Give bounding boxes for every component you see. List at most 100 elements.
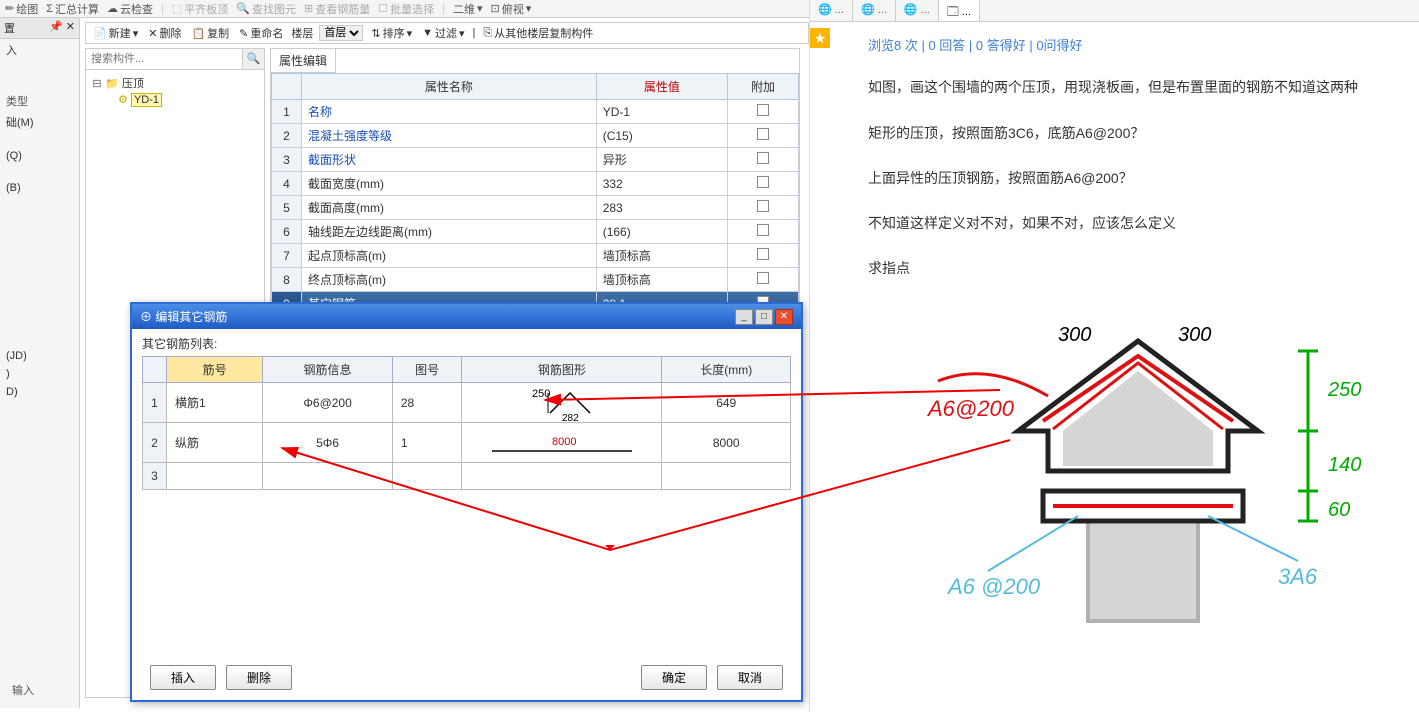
prop-extra[interactable] — [727, 100, 798, 124]
rebar-len[interactable] — [662, 463, 791, 490]
rebar-len[interactable]: 649 — [662, 383, 791, 423]
prop-extra[interactable] — [727, 172, 798, 196]
checkbox-icon[interactable] — [757, 200, 769, 212]
col-shapeno[interactable]: 图号 — [392, 357, 462, 383]
property-row[interactable]: 8终点顶标高(m)墙顶标高 — [272, 268, 799, 292]
table-row[interactable]: 1 横筋1 Φ6@200 28 250 282 649 — [143, 383, 791, 423]
tb-sum[interactable]: Σ 汇总计算 — [46, 1, 99, 17]
property-row[interactable]: 5截面高度(mm)283 — [272, 196, 799, 220]
col-len[interactable]: 长度(mm) — [662, 357, 791, 383]
prop-value[interactable]: YD-1 — [596, 100, 727, 124]
prop-value[interactable]: (166) — [596, 220, 727, 244]
prop-value[interactable]: (C15) — [596, 124, 727, 148]
prop-extra[interactable] — [727, 148, 798, 172]
lp-item[interactable]: 础(M) — [0, 111, 79, 133]
property-tab[interactable]: 属性编辑 — [271, 49, 336, 73]
prop-extra[interactable] — [727, 244, 798, 268]
browser-tab[interactable]: 🌐 ... — [853, 0, 896, 21]
col-extra: 附加 — [727, 74, 798, 100]
shape-no[interactable]: 28 — [392, 383, 462, 423]
rebar-table: 筋号 钢筋信息 图号 钢筋图形 长度(mm) 1 横筋1 Φ6@200 28 2… — [142, 356, 791, 490]
maximize-button[interactable]: □ — [755, 309, 773, 325]
insert-button[interactable]: 插入 — [150, 665, 216, 690]
rename-button[interactable]: ✎ 重命名 — [237, 24, 285, 42]
rebar-info[interactable]: 5Φ6 — [263, 423, 393, 463]
prop-extra[interactable] — [727, 124, 798, 148]
prop-extra[interactable] — [727, 220, 798, 244]
prop-value[interactable]: 异形 — [596, 148, 727, 172]
row-num: 4 — [272, 172, 302, 196]
table-row[interactable]: 3 — [143, 463, 791, 490]
tb-cloud[interactable]: ☁ 云检查 — [107, 1, 153, 17]
checkbox-icon[interactable] — [757, 272, 769, 284]
dialog-titlebar[interactable]: ⊕ 编辑其它钢筋 _ □ ✕ — [132, 304, 801, 329]
new-button[interactable]: 📄 新建 ▾ — [91, 24, 140, 42]
prop-value[interactable]: 墙顶标高 — [596, 244, 727, 268]
lp-item[interactable]: D) — [0, 383, 79, 401]
lp-item[interactable]: (JD) — [0, 347, 79, 365]
tree-root[interactable]: ⊟ 📁 压顶 — [90, 74, 260, 92]
col-info[interactable]: 钢筋信息 — [263, 357, 393, 383]
tb-topview[interactable]: ⊡ 俯视 ▾ — [490, 1, 531, 17]
prop-value[interactable]: 332 — [596, 172, 727, 196]
col-id[interactable]: 筋号 — [167, 357, 263, 383]
tree-child[interactable]: ⚙ YD-1 — [90, 92, 260, 107]
lp-item[interactable]: 入 — [0, 39, 79, 61]
checkbox-icon[interactable] — [757, 248, 769, 260]
rebar-id[interactable] — [167, 463, 263, 490]
rebar-id[interactable]: 纵筋 — [167, 423, 263, 463]
col-shape[interactable]: 钢筋图形 — [462, 357, 662, 383]
rebar-info[interactable]: Φ6@200 — [263, 383, 393, 423]
lp-item[interactable]: (Q) — [0, 147, 79, 165]
ok-button[interactable]: 确定 — [641, 665, 707, 690]
shape-cell[interactable] — [462, 463, 662, 490]
tb-draw[interactable]: ✏ 绘图 — [5, 1, 38, 17]
checkbox-icon[interactable] — [757, 152, 769, 164]
copy-button[interactable]: 📋 复制 — [189, 24, 231, 42]
property-row[interactable]: 2混凝土强度等级(C15) — [272, 124, 799, 148]
shape-no[interactable]: 1 — [392, 423, 462, 463]
shape-no[interactable] — [392, 463, 462, 490]
delete-button[interactable]: ✕ 删除 — [146, 24, 183, 42]
search-button[interactable]: 🔍 — [242, 49, 264, 69]
copy-from-button[interactable]: ⎘ 从其他楼层复制构件 — [481, 24, 595, 42]
rebar-info[interactable] — [263, 463, 393, 490]
pin-icon[interactable]: 📌 ✕ — [49, 20, 75, 36]
table-row[interactable]: 2 纵筋 5Φ6 1 8000 8000 — [143, 423, 791, 463]
prop-name: 名称 — [302, 100, 597, 124]
shape-cell[interactable]: 8000 — [462, 423, 662, 463]
shape-cell[interactable]: 250 282 — [462, 383, 662, 423]
collapse-icon[interactable]: ⊟ — [92, 77, 102, 90]
prop-extra[interactable] — [727, 196, 798, 220]
rebar-len[interactable]: 8000 — [662, 423, 791, 463]
checkbox-icon[interactable] — [757, 224, 769, 236]
browser-tab[interactable]: 🌐 ... — [810, 0, 853, 21]
checkbox-icon[interactable] — [757, 104, 769, 116]
prop-extra[interactable] — [727, 268, 798, 292]
rebar-id[interactable]: 横筋1 — [167, 383, 263, 423]
search-input[interactable] — [86, 49, 242, 69]
delete-button[interactable]: 删除 — [226, 665, 292, 690]
property-row[interactable]: 4截面宽度(mm)332 — [272, 172, 799, 196]
property-row[interactable]: 7起点顶标高(m)墙顶标高 — [272, 244, 799, 268]
minimize-button[interactable]: _ — [735, 309, 753, 325]
checkbox-icon[interactable] — [757, 128, 769, 140]
browser-tab[interactable]: 🌐 ... — [896, 0, 939, 21]
favorite-icon[interactable]: ★ — [810, 28, 830, 48]
prop-value[interactable]: 283 — [596, 196, 727, 220]
browser-tab-active[interactable]: 🗔 ... — [939, 0, 980, 21]
lp-cat[interactable]: 类型 — [0, 91, 79, 111]
lp-item[interactable]: (B) — [0, 179, 79, 197]
property-row[interactable]: 6轴线距左边线距离(mm)(166) — [272, 220, 799, 244]
prop-value[interactable]: 墙顶标高 — [596, 268, 727, 292]
checkbox-icon[interactable] — [757, 176, 769, 188]
close-button[interactable]: ✕ — [775, 309, 793, 325]
property-row[interactable]: 3截面形状异形 — [272, 148, 799, 172]
filter-button[interactable]: ▼ 过滤 ▾ — [420, 24, 466, 42]
layer-select[interactable]: 首层 — [319, 25, 363, 41]
lp-item[interactable]: ) — [0, 365, 79, 383]
property-row[interactable]: 1名称YD-1 — [272, 100, 799, 124]
tb-2d[interactable]: 二维 ▾ — [453, 1, 483, 17]
sort-button[interactable]: ⇅ 排序 ▾ — [369, 24, 414, 42]
cancel-button[interactable]: 取消 — [717, 665, 783, 690]
